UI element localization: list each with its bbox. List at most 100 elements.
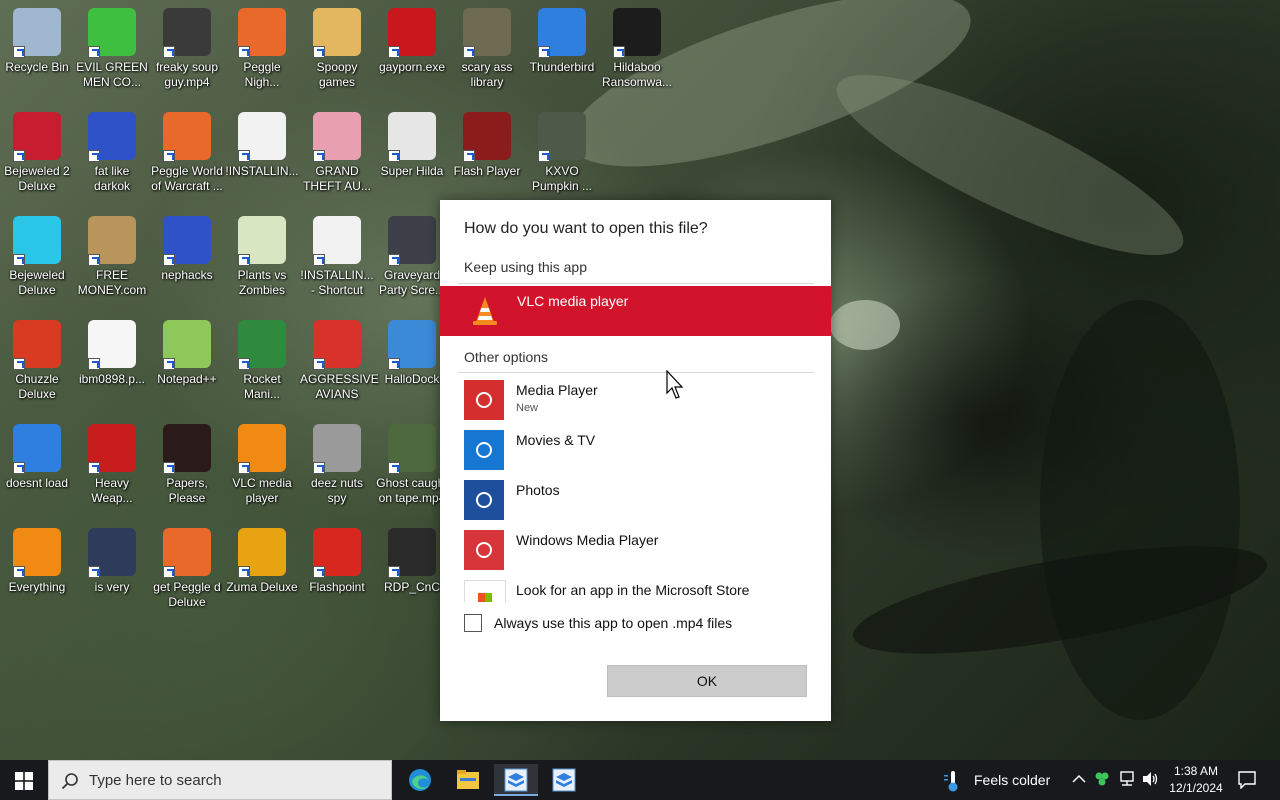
desktop-app-icon bbox=[88, 216, 136, 266]
desktop-icon[interactable]: Chuzzle Deluxe bbox=[0, 320, 74, 402]
open-with-dialog: How do you want to open this file? Keep … bbox=[440, 200, 831, 721]
desktop-icon[interactable]: Ghost caught on tape.mp4 bbox=[375, 424, 449, 506]
clock-date: 12/1/2024 bbox=[1169, 781, 1223, 795]
desktop-icon[interactable]: Peggle World of Warcraft ... bbox=[150, 112, 224, 194]
shortcut-arrow-icon bbox=[463, 46, 475, 58]
desktop-icon[interactable]: deez nuts spy bbox=[300, 424, 374, 506]
desktop-icon[interactable]: gayporn.exe bbox=[375, 8, 449, 75]
desktop-icon[interactable]: HalloDock bbox=[375, 320, 449, 387]
taskbar-edge[interactable] bbox=[398, 764, 442, 796]
shortcut-arrow-icon bbox=[238, 254, 250, 266]
shortcut-arrow-icon bbox=[388, 150, 400, 162]
desktop-icon[interactable]: Spoopy games bbox=[300, 8, 374, 90]
desktop-icon[interactable]: FREE MONEY.com bbox=[75, 216, 149, 298]
desktop-icon[interactable]: Graveyard Party Scre... bbox=[375, 216, 449, 298]
shortcut-arrow-icon bbox=[238, 566, 250, 578]
notification-icon[interactable] bbox=[1238, 771, 1256, 789]
taskbar-sandbox-1[interactable] bbox=[494, 764, 538, 796]
network-icon[interactable] bbox=[1118, 771, 1136, 787]
desktop-icon[interactable]: Bejeweled 2 Deluxe bbox=[0, 112, 74, 194]
desktop-app-icon bbox=[238, 8, 286, 58]
volume-icon[interactable] bbox=[1142, 771, 1160, 787]
desktop-icon[interactable]: freaky soup guy.mp4 bbox=[150, 8, 224, 90]
desktop-icon-label: !INSTALLIN... bbox=[225, 164, 299, 178]
shortcut-arrow-icon bbox=[388, 358, 400, 370]
app-option[interactable]: Windows Media Player bbox=[464, 530, 804, 572]
desktop-icon[interactable]: Super Hilda bbox=[375, 112, 449, 179]
desktop-icon[interactable]: VLC media player bbox=[225, 424, 299, 506]
desktop-icon[interactable]: Peggle Nigh... bbox=[225, 8, 299, 90]
desktop-icon-label: get Peggle d Deluxe bbox=[153, 580, 221, 609]
desktop-icon[interactable]: Rocket Mani... bbox=[225, 320, 299, 402]
tray-app-icon[interactable] bbox=[1094, 771, 1110, 787]
taskbar-file-explorer[interactable] bbox=[446, 764, 490, 796]
desktop-icon[interactable]: Notepad++ bbox=[150, 320, 224, 387]
shortcut-arrow-icon bbox=[88, 462, 100, 474]
desktop-icon[interactable]: Zuma Deluxe bbox=[225, 528, 299, 595]
desktop-icon[interactable]: !INSTALLIN... - Shortcut bbox=[300, 216, 374, 298]
desktop-icon[interactable]: AGGRESSIVE AVIANS bbox=[300, 320, 379, 402]
app-option[interactable]: Photos bbox=[464, 480, 804, 522]
desktop-app-icon bbox=[163, 8, 211, 58]
desktop-icon[interactable]: GRAND THEFT AU... bbox=[300, 112, 374, 194]
desktop-icon[interactable]: is very bbox=[75, 528, 149, 595]
shortcut-arrow-icon bbox=[163, 150, 175, 162]
desktop-icon[interactable]: fat like darkok bbox=[75, 112, 149, 194]
app-option[interactable]: Media Player New bbox=[464, 380, 804, 422]
thermometer-weather-icon[interactable] bbox=[944, 769, 962, 793]
taskbar-clock[interactable]: 1:38 AM 12/1/2024 bbox=[1160, 763, 1232, 797]
desktop-icon-label: Heavy Weap... bbox=[91, 476, 133, 505]
file-explorer-icon bbox=[457, 770, 479, 789]
desktop-icon-label: VLC media player bbox=[232, 476, 292, 505]
taskbar-search-box[interactable]: Type here to search bbox=[48, 760, 392, 800]
shortcut-arrow-icon bbox=[238, 358, 250, 370]
desktop-app-icon bbox=[313, 528, 361, 578]
ok-button[interactable]: OK bbox=[607, 665, 807, 697]
shortcut-arrow-icon bbox=[313, 358, 325, 370]
desktop-app-icon bbox=[538, 8, 586, 58]
desktop-icon[interactable]: ibm0898.p... bbox=[75, 320, 149, 387]
desktop-icon[interactable]: Everything bbox=[0, 528, 74, 595]
shortcut-arrow-icon bbox=[388, 566, 400, 578]
app-option[interactable]: Look for an app in the Microsoft Store bbox=[464, 580, 804, 602]
desktop-icon[interactable]: Plants vs Zombies bbox=[225, 216, 299, 298]
desktop-icon[interactable]: Flashpoint bbox=[300, 528, 374, 595]
taskbar-sandbox-2[interactable] bbox=[542, 764, 586, 796]
windows-media-player-icon bbox=[464, 530, 504, 570]
desktop-icon-label: Hildaboo Ransomwa... bbox=[601, 60, 673, 89]
desktop-icon[interactable]: KXVO Pumpkin ... bbox=[525, 112, 599, 194]
desktop-icon[interactable]: scary ass library bbox=[450, 8, 524, 90]
desktop-app-icon bbox=[313, 112, 361, 162]
desktop-app-icon bbox=[313, 8, 361, 58]
mouse-cursor-icon bbox=[666, 370, 684, 399]
app-option[interactable]: Movies & TV bbox=[464, 430, 804, 472]
shortcut-arrow-icon bbox=[313, 462, 325, 474]
desktop-icon[interactable]: !INSTALLIN... bbox=[225, 112, 299, 179]
desktop-icon-label: freaky soup guy.mp4 bbox=[155, 60, 219, 89]
app-option-vlc-selected[interactable]: VLC media player bbox=[440, 286, 831, 336]
desktop-icon[interactable]: Flash Player bbox=[450, 112, 524, 179]
play-circle-icon bbox=[464, 380, 504, 420]
start-button[interactable] bbox=[0, 760, 48, 800]
desktop-icon[interactable]: Hildaboo Ransomwa... bbox=[600, 8, 674, 90]
app-option-badge: New bbox=[516, 402, 539, 414]
shortcut-arrow-icon bbox=[238, 46, 250, 58]
desktop-app-icon bbox=[163, 112, 211, 162]
taskbar: Type here to search Feels colder 1:38 AM… bbox=[0, 760, 1280, 800]
desktop-icon[interactable]: Papers, Please bbox=[150, 424, 224, 506]
desktop-icon[interactable]: nephacks bbox=[150, 216, 224, 283]
desktop-icon[interactable]: Bejeweled Deluxe bbox=[0, 216, 74, 298]
desktop-app-icon bbox=[463, 8, 511, 58]
weather-text[interactable]: Feels colder bbox=[974, 772, 1050, 788]
desktop-icon[interactable]: doesnt load bbox=[0, 424, 74, 491]
desktop-icon[interactable]: RDP_CnC bbox=[375, 528, 449, 595]
always-use-checkbox[interactable] bbox=[464, 614, 482, 632]
desktop-icon[interactable]: Recycle Bin bbox=[0, 8, 74, 75]
shortcut-arrow-icon bbox=[13, 46, 25, 58]
desktop-icon[interactable]: Thunderbird bbox=[525, 8, 599, 75]
chevron-up-icon[interactable] bbox=[1072, 774, 1086, 784]
desktop-icon[interactable]: Heavy Weap... bbox=[75, 424, 149, 506]
shortcut-arrow-icon bbox=[88, 566, 100, 578]
desktop-icon[interactable]: get Peggle d Deluxe bbox=[150, 528, 224, 610]
desktop-icon[interactable]: EVIL GREEN MEN CO... bbox=[75, 8, 149, 90]
